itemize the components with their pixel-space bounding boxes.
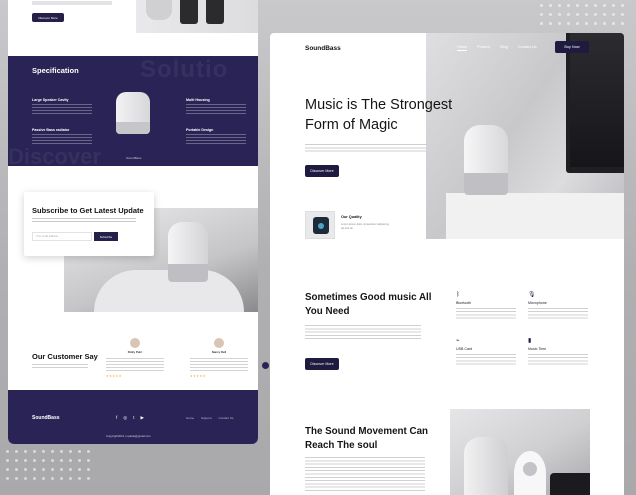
ghost-text-2: Discover bbox=[8, 144, 101, 166]
bluetooth-icon: ᛒ bbox=[456, 292, 460, 298]
feature-title: Bluetooth bbox=[456, 301, 472, 305]
footer-logo[interactable]: SoundBass bbox=[32, 415, 60, 421]
subscribe-section: Subscribe to Get Latest Update Your emai… bbox=[8, 166, 258, 312]
quality-text: Lorem ipsum dolor consectetur adipiscing… bbox=[341, 223, 389, 230]
copyright: Copyright2021 | update@gmail.com bbox=[106, 434, 151, 438]
nav-link-product[interactable]: Product bbox=[477, 45, 490, 51]
customer-section: Our Customer Say Rizky Putri ★★★★★ Nancy… bbox=[8, 312, 258, 390]
subscribe-title: Subscribe to Get Latest Update bbox=[32, 206, 144, 215]
nav-link-contact[interactable]: Contact Us bbox=[518, 45, 537, 51]
spec-feature: Multi Housing bbox=[186, 98, 246, 114]
nav-link-home[interactable]: Home bbox=[457, 45, 468, 51]
section-text bbox=[305, 325, 421, 341]
spec-feature-title: Passive Bass radiator bbox=[32, 128, 70, 132]
feature-title: Music Time bbox=[528, 347, 547, 351]
footer-link-contact[interactable]: Contact Us bbox=[219, 416, 234, 420]
feature-title: USB Card bbox=[456, 347, 473, 351]
top-discover-button[interactable]: Discover More bbox=[32, 13, 64, 22]
section-title: Sometimes Good music All You Need bbox=[305, 292, 432, 317]
spec-feature-title: Multi Housing bbox=[186, 98, 210, 102]
music-time-icon: ▮ bbox=[528, 338, 532, 344]
review-stars: ★★★★★ bbox=[106, 374, 122, 378]
avatar bbox=[214, 338, 224, 348]
spec-feature: Portable Design bbox=[186, 128, 246, 144]
nav-logo[interactable]: SoundBass bbox=[305, 45, 341, 52]
speaker-image bbox=[116, 92, 150, 134]
footer-link-support[interactable]: Support bbox=[201, 416, 212, 420]
nav-link-blog[interactable]: Blog bbox=[500, 45, 508, 51]
section3-title: The Sound Movement Can Reach The soul bbox=[305, 426, 429, 451]
slider-next-button[interactable] bbox=[262, 362, 269, 369]
spec-feature: Passive Bass radiator bbox=[32, 128, 92, 144]
feature-bluetooth: ᛒ Bluetooth bbox=[456, 291, 516, 320]
spec-feature-title: Large Speaker Cavity bbox=[32, 98, 69, 102]
facebook-icon[interactable]: f bbox=[116, 415, 117, 421]
review-stars: ★★★★★ bbox=[190, 374, 206, 378]
buy-now-button[interactable]: Buy Now bbox=[555, 41, 589, 53]
customer-title: Our Customer Say bbox=[32, 352, 98, 361]
right-page-mockup: SoundBass Home Product Blog Contact Us B… bbox=[270, 33, 624, 495]
section3-text bbox=[305, 457, 425, 493]
decor-dots-top-right bbox=[540, 4, 624, 25]
feature-music-time: ▮ Music Time bbox=[528, 337, 588, 366]
speaker-name: SoundBass bbox=[126, 156, 142, 160]
hero-image bbox=[426, 33, 624, 239]
quality-title: Our Quality bbox=[341, 215, 362, 219]
feature-title: Microphone bbox=[528, 301, 547, 305]
customer-text bbox=[32, 364, 88, 370]
speakers-image bbox=[136, 0, 258, 33]
review-card: Rizky Putri ★★★★★ bbox=[106, 338, 164, 378]
ghost-text: Solutio bbox=[140, 56, 229, 83]
spec-title: Specification bbox=[32, 66, 79, 75]
youtube-icon[interactable]: ▶ bbox=[140, 415, 143, 421]
hero-discover-button[interactable]: Discover More bbox=[305, 165, 339, 177]
spec-feature: Large Speaker Cavity bbox=[32, 98, 92, 114]
feature-usb: ⌁ USB Card bbox=[456, 337, 516, 366]
microphone-icon: 🎙 bbox=[528, 292, 536, 298]
hero-title: Music is The Strongest Form of Magic bbox=[305, 97, 453, 133]
nav-menu: Home Product Blog Contact Us bbox=[457, 45, 537, 51]
email-input[interactable]: Your email address bbox=[32, 232, 92, 241]
subscribe-button[interactable]: Subscribe bbox=[94, 232, 118, 241]
top-strip: Discover More bbox=[8, 0, 258, 56]
usb-icon: ⌁ bbox=[456, 338, 460, 344]
decor-dots-bottom-left bbox=[6, 450, 90, 480]
subscribe-card: Subscribe to Get Latest Update Your emai… bbox=[24, 192, 154, 256]
social-links: f ◎ t ▶ bbox=[116, 415, 144, 421]
subscribe-text bbox=[32, 218, 136, 224]
section-discover-button[interactable]: Discover More bbox=[305, 358, 339, 370]
feature-microphone: 🎙 Microphone bbox=[528, 291, 588, 320]
instagram-icon[interactable]: ◎ bbox=[123, 415, 127, 421]
left-page-mockup: Discover More Solutio Discover Specifica… bbox=[8, 0, 258, 444]
twitter-icon[interactable]: t bbox=[133, 415, 134, 421]
reviewer-name: Rizky Putri bbox=[127, 350, 143, 354]
hero-text bbox=[305, 144, 427, 154]
avatar bbox=[130, 338, 140, 348]
speakers-photo bbox=[450, 409, 590, 495]
review-card: Nancy Dell ★★★★★ bbox=[190, 338, 248, 378]
footer-link-home[interactable]: Home bbox=[186, 416, 194, 420]
top-text bbox=[32, 1, 112, 5]
footer: SoundBass f ◎ t ▶ Home Support Contact U… bbox=[8, 390, 258, 444]
footer-links: Home Support Contact Us bbox=[186, 416, 233, 420]
spec-feature-title: Portable Design bbox=[186, 128, 214, 132]
reviewer-name: Nancy Dell bbox=[211, 350, 227, 354]
specification-section: Solutio Discover Specification Large Spe… bbox=[8, 56, 258, 166]
quality-thumbnail bbox=[305, 211, 335, 239]
